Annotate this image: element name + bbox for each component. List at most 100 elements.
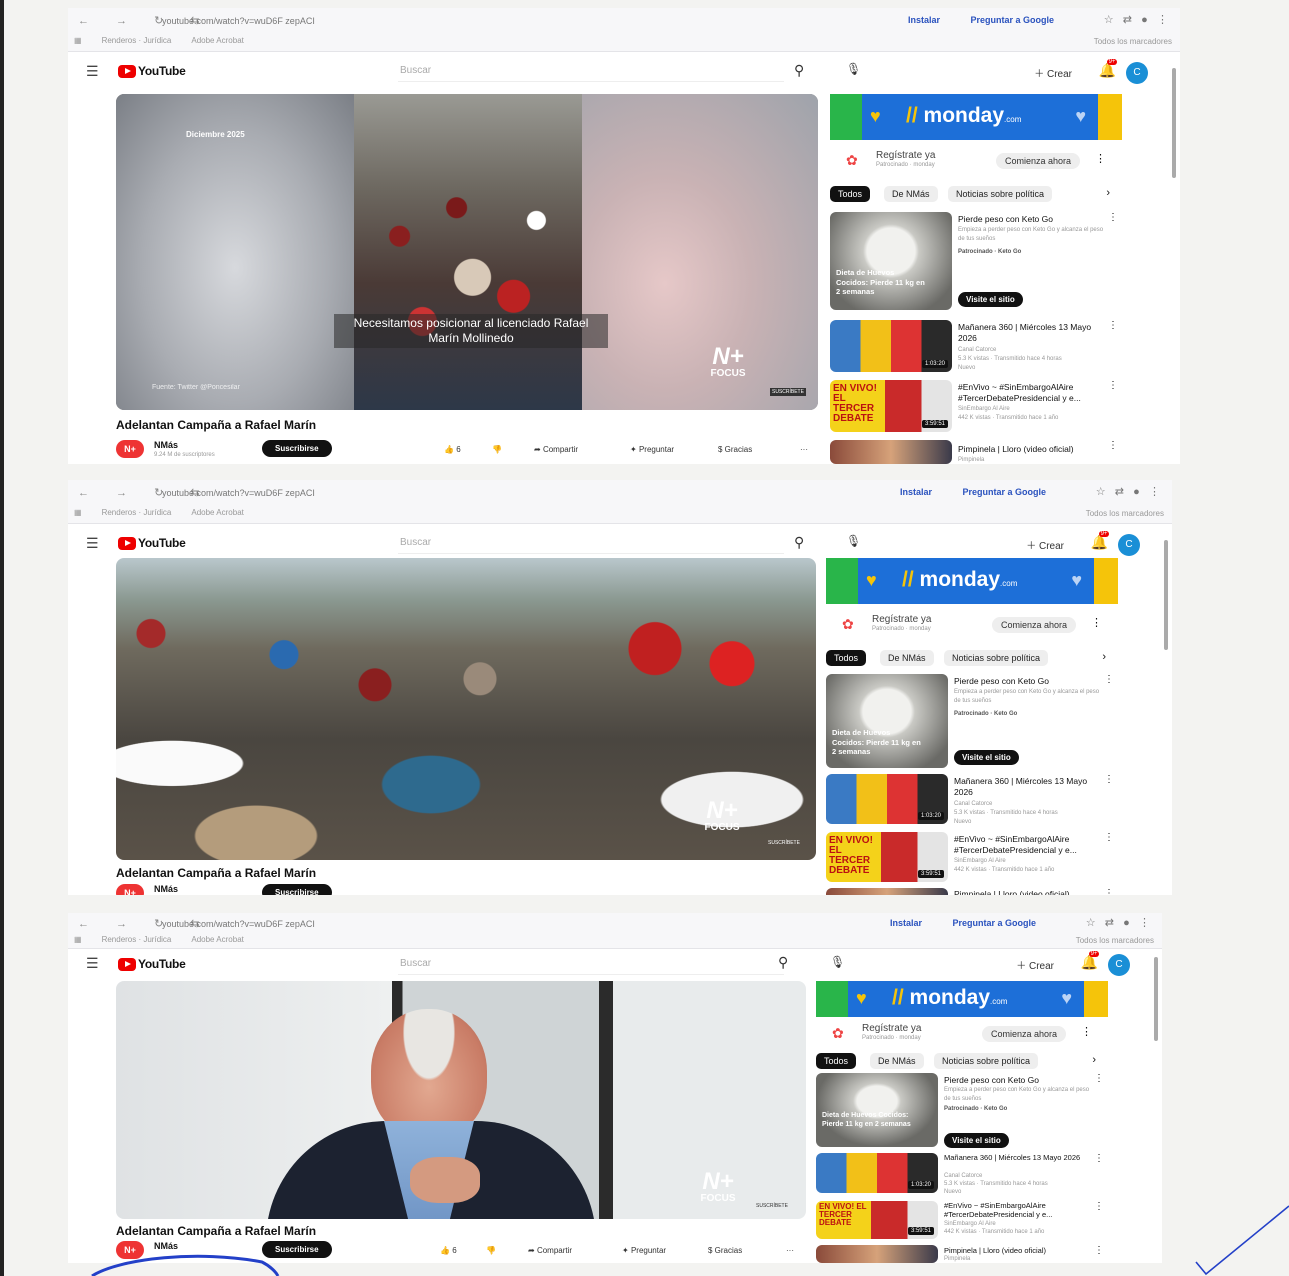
search-input[interactable]: Buscar: [398, 60, 784, 82]
bookmark-item[interactable]: Adobe Acrobat: [191, 36, 243, 45]
more-vert-icon[interactable]: ⋮: [1108, 212, 1118, 223]
visit-site-button[interactable]: Visite el sitio: [954, 750, 1019, 765]
mic-icon[interactable]: 🎙: [846, 62, 861, 76]
chip-de-nmas[interactable]: De NMás: [880, 650, 934, 666]
chip-politica[interactable]: Noticias sobre política: [944, 650, 1049, 666]
subscribe-button[interactable]: Suscribirse: [262, 884, 332, 895]
more-vert-icon[interactable]: ⋮: [1095, 152, 1106, 165]
bookmark-item[interactable]: Renderos · Jurídica: [102, 935, 172, 944]
chip-todos[interactable]: Todos: [826, 650, 867, 666]
chip-de-nmas[interactable]: De NMás: [870, 1053, 924, 1069]
sponsor-title[interactable]: Regístrate ya: [872, 614, 931, 625]
scrollbar[interactable]: [1154, 957, 1158, 1041]
search-input[interactable]: Buscar: [398, 532, 784, 554]
more-vert-icon[interactable]: ⋮: [1094, 1073, 1104, 1084]
chip-todos[interactable]: Todos: [816, 1053, 857, 1069]
toolbar-icons[interactable]: ☆ ⇄ ● ⋮: [1086, 916, 1150, 929]
search-icon[interactable]: ⚲: [794, 534, 804, 551]
more-vert-icon[interactable]: ⋮: [1108, 380, 1118, 391]
create-button[interactable]: ＋ Crear: [1026, 537, 1064, 552]
ask-button[interactable]: ✦ Preguntar: [630, 445, 674, 454]
more-vert-icon[interactable]: ⋮: [1094, 1245, 1104, 1256]
toolbar-icons[interactable]: ☆ ⇄ ● ⋮: [1096, 485, 1160, 498]
monday-ad-banner[interactable]: ♥ ♥ // monday.com: [816, 981, 1108, 1017]
more-vert-icon[interactable]: ⋮: [1094, 1153, 1104, 1164]
chip-politica[interactable]: Noticias sobre política: [934, 1053, 1039, 1069]
menu-icon[interactable]: ☰: [86, 63, 99, 80]
apps-icon[interactable]: ▦: [74, 36, 82, 45]
address-bar[interactable]: youtube.com/watch?v=wuD6F zepACI: [162, 488, 315, 498]
more-vert-icon[interactable]: ⋮: [1104, 888, 1114, 895]
list-item[interactable]: 1:03:20 Mañanera 360 | Miércoles 13 Mayo…: [816, 1153, 1108, 1197]
visit-site-button[interactable]: Visite el sitio: [958, 292, 1023, 307]
ask-google-button[interactable]: Preguntar a Google: [970, 15, 1054, 25]
avatar[interactable]: C: [1126, 62, 1148, 84]
monday-ad-banner[interactable]: ♥ ♥ // monday.com: [826, 558, 1118, 604]
video-player[interactable]: N+ FOCUS SUSCRÍBETE: [116, 558, 816, 860]
bell-icon[interactable]: 🔔: [1081, 951, 1100, 971]
sponsor-button[interactable]: Comienza ahora: [982, 1026, 1067, 1042]
sponsor-title[interactable]: Regístrate ya: [876, 150, 935, 161]
like-button[interactable]: 👍 6: [440, 1246, 457, 1255]
list-item[interactable]: EN VIVO! EL TERCER DEBATE 3:59:51 #EnViv…: [826, 832, 1118, 884]
thanks-button[interactable]: $ Gracias: [718, 445, 752, 454]
all-bookmarks[interactable]: Todos los marcadores: [1094, 37, 1172, 46]
scrollbar[interactable]: [1172, 68, 1176, 178]
list-item[interactable]: 1:03:20 Mañanera 360 | Miércoles 13 Mayo…: [830, 320, 1122, 374]
bookmark-item[interactable]: Adobe Acrobat: [191, 935, 243, 944]
avatar[interactable]: C: [1108, 954, 1130, 976]
sponsor-title[interactable]: Regístrate ya: [862, 1023, 921, 1034]
bell-icon[interactable]: 🔔: [1091, 531, 1110, 551]
channel-name[interactable]: NMás: [154, 1241, 178, 1251]
menu-icon[interactable]: ☰: [86, 955, 99, 972]
more-vert-icon[interactable]: ⋮: [1081, 1025, 1092, 1038]
scrollbar[interactable]: [1164, 540, 1168, 650]
ask-google-button[interactable]: Preguntar a Google: [962, 487, 1046, 497]
sponsor-button[interactable]: Comienza ahora: [996, 153, 1081, 169]
channel-name[interactable]: NMás: [154, 884, 178, 894]
toolbar-icons[interactable]: ☆ ⇄ ● ⋮: [1104, 13, 1168, 26]
menu-icon[interactable]: ☰: [86, 535, 99, 552]
apps-icon[interactable]: ▦: [74, 935, 82, 944]
monday-ad-banner[interactable]: ♥ ♥ // monday.com: [830, 94, 1122, 140]
more-vert-icon[interactable]: ⋮: [1094, 1201, 1104, 1212]
apps-icon[interactable]: ▦: [74, 508, 82, 517]
chevron-right-icon[interactable]: ›: [1092, 1054, 1096, 1066]
create-button[interactable]: ＋ Crear: [1034, 65, 1072, 80]
dislike-button[interactable]: 👎: [486, 1246, 496, 1255]
more-vert-icon[interactable]: ⋮: [1108, 440, 1118, 451]
search-icon[interactable]: ⚲: [794, 62, 804, 79]
sponsor-button[interactable]: Comienza ahora: [992, 617, 1077, 633]
chevron-right-icon[interactable]: ›: [1106, 187, 1110, 199]
more-vert-icon[interactable]: ⋮: [1108, 320, 1118, 331]
subscribe-button[interactable]: Suscribirse: [262, 440, 332, 457]
avatar[interactable]: C: [1118, 534, 1140, 556]
youtube-logo[interactable]: YouTube: [118, 957, 186, 971]
dislike-button[interactable]: 👎: [492, 445, 502, 454]
share-button[interactable]: ➦ Compartir: [534, 445, 578, 454]
bookmark-item[interactable]: Renderos · Jurídica: [102, 508, 172, 517]
video-player[interactable]: N+ FOCUS SUSCRÍBETE: [116, 981, 806, 1219]
list-item[interactable]: Pimpinela | Lloro (video oficial) Pimpin…: [830, 440, 1122, 464]
address-bar[interactable]: youtube.com/watch?v=wuD6F zepACI: [162, 16, 315, 26]
more-button[interactable]: ···: [800, 445, 808, 454]
channel-logo[interactable]: N+: [116, 884, 144, 895]
bookmark-item[interactable]: Renderos · Jurídica: [102, 36, 172, 45]
bookmark-item[interactable]: Adobe Acrobat: [191, 508, 243, 517]
install-button[interactable]: Instalar: [890, 918, 922, 928]
create-button[interactable]: ＋ Crear: [1016, 957, 1054, 972]
mic-icon[interactable]: 🎙: [830, 955, 845, 969]
list-item[interactable]: Pimpinela | Lloro (video oficial) Pimpin…: [816, 1245, 1108, 1263]
more-vert-icon[interactable]: ⋮: [1104, 832, 1114, 843]
list-item[interactable]: Dieta de Huevos Cocidos: Pierde 11 kg en…: [816, 1073, 1108, 1149]
search-input[interactable]: Buscar: [398, 953, 784, 975]
install-button[interactable]: Instalar: [908, 15, 940, 25]
chip-de-nmas[interactable]: De NMás: [884, 186, 938, 202]
ask-button[interactable]: ✦ Preguntar: [622, 1246, 666, 1255]
visit-site-button[interactable]: Visite el sitio: [944, 1133, 1009, 1148]
chevron-right-icon[interactable]: ›: [1102, 651, 1106, 663]
list-item[interactable]: Pimpinela | Lloro (video oficial) ⋮: [826, 888, 1118, 895]
list-item[interactable]: Dieta de Huevos Cocidos: Pierde 11 kg en…: [826, 674, 1118, 770]
channel-logo[interactable]: N+: [116, 1241, 144, 1259]
video-player[interactable]: Diciembre 2025 Fuente: Twitter @Poncesil…: [116, 94, 818, 410]
